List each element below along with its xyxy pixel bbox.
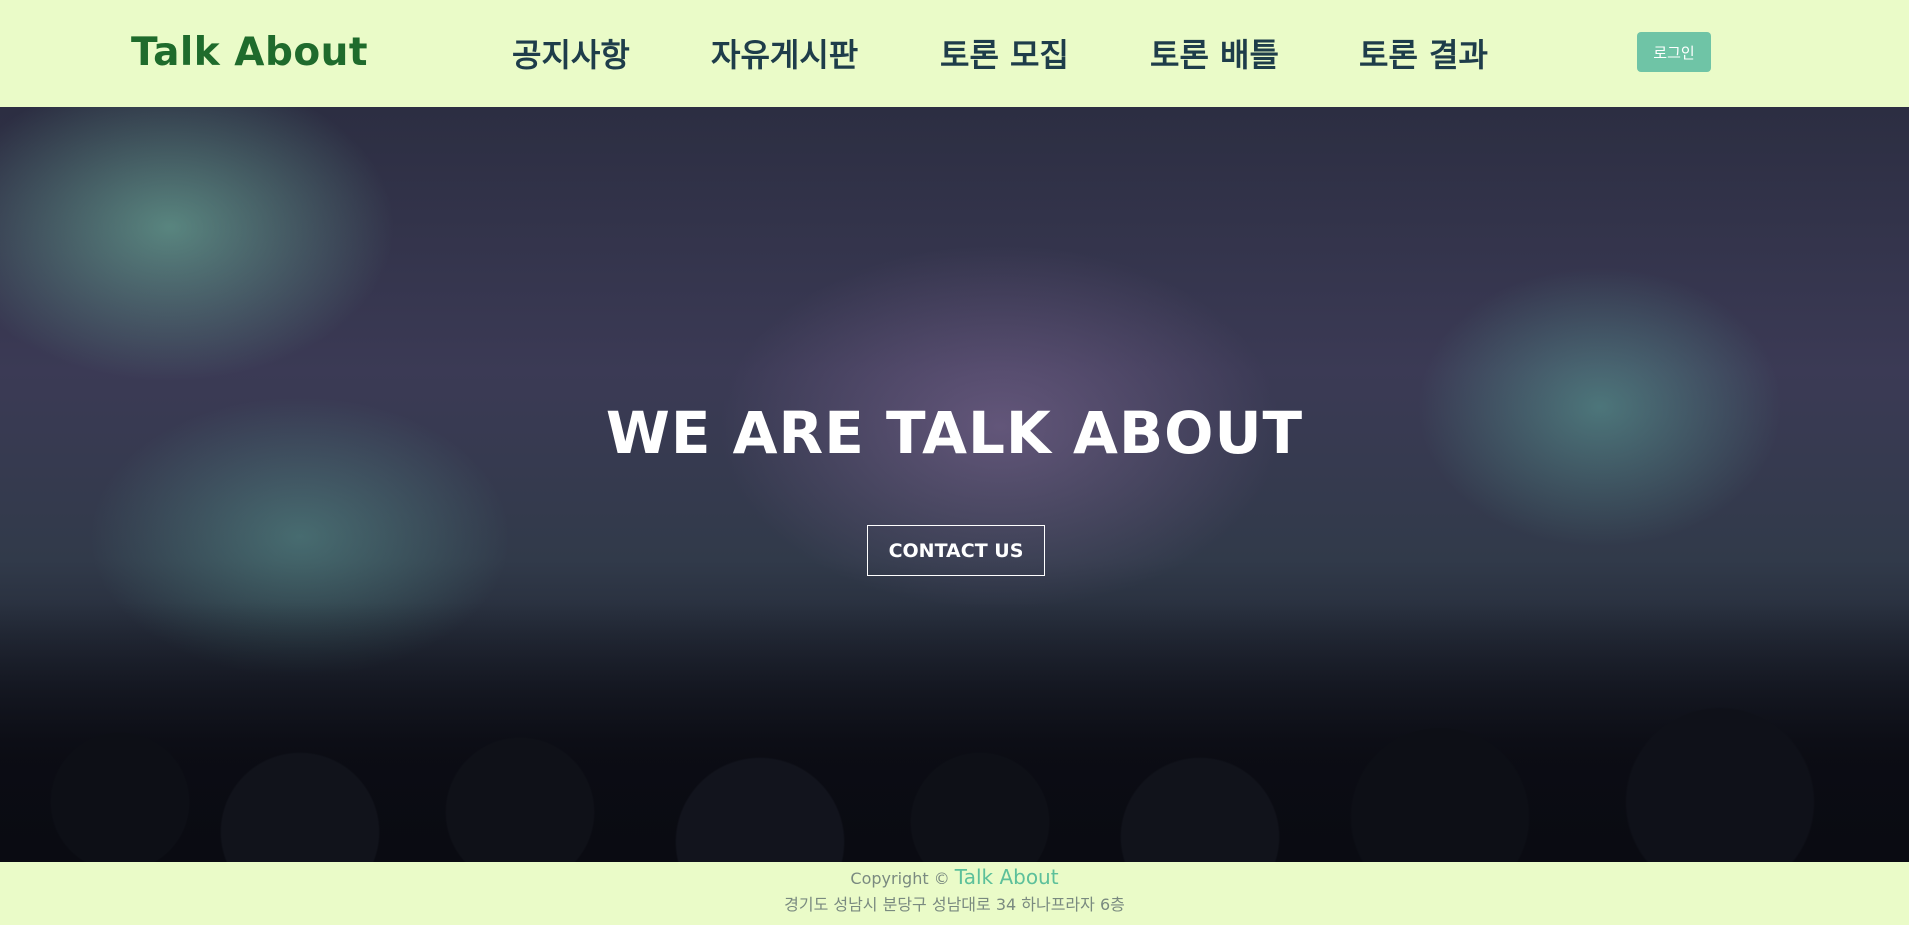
nav-item-debate-results[interactable]: 토론 결과	[1359, 30, 1488, 76]
footer-address: 경기도 성남시 분당구 성남대로 34 하나프라자 6층	[784, 895, 1125, 914]
nav-item-debate-recruit[interactable]: 토론 모집	[940, 30, 1069, 76]
nav-item-debate-battle[interactable]: 토론 배틀	[1150, 30, 1279, 76]
contact-us-button[interactable]: CONTACT US	[867, 525, 1045, 576]
copyright-line: Copyright © Talk About	[0, 865, 1909, 889]
main-nav: 공지사항 자유게시판 토론 모집 토론 배틀 토론 결과	[0, 30, 1909, 74]
nav-item-free-board[interactable]: 자유게시판	[711, 30, 858, 76]
copyright-text: Copyright ©	[850, 869, 950, 888]
nav-item-notice[interactable]: 공지사항	[512, 30, 630, 76]
site-header: Talk About 공지사항 자유게시판 토론 모집 토론 배틀 토론 결과 …	[0, 0, 1909, 107]
hero-background-image	[0, 602, 1909, 862]
login-button[interactable]: 로그인	[1637, 32, 1711, 72]
hero-title: WE ARE TALK ABOUT	[605, 399, 1304, 467]
hero-banner: WE ARE TALK ABOUT CONTACT US	[0, 107, 1909, 862]
footer-brand-link[interactable]: Talk About	[955, 865, 1059, 889]
site-footer: Copyright © Talk About 경기도 성남시 분당구 성남대로 …	[0, 862, 1909, 925]
